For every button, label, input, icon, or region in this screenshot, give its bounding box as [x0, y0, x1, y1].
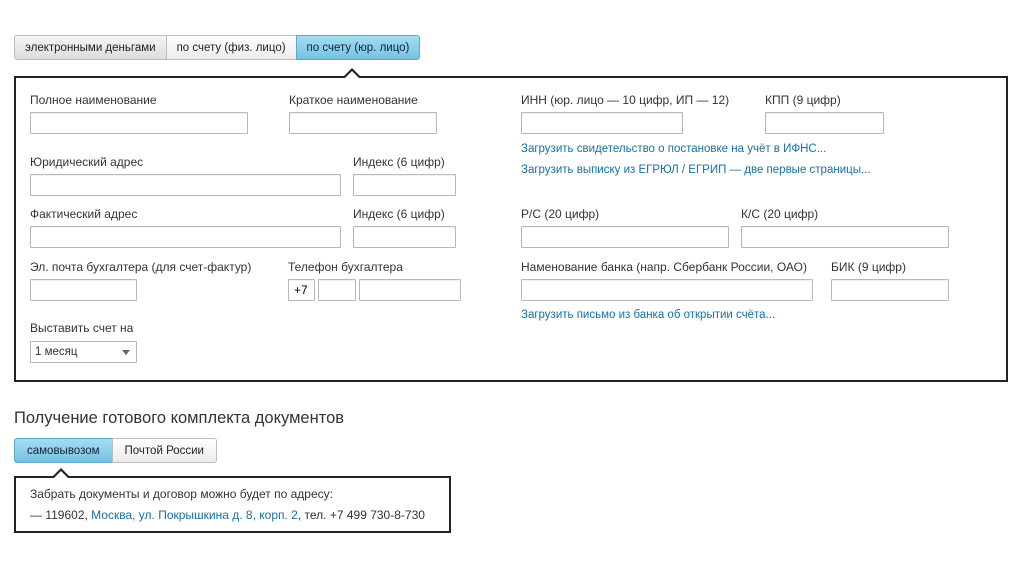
pickup-panel-pointer-inner — [54, 471, 68, 478]
tab-invoice-legal-entity[interactable]: по счету (юр. лицо) — [295, 35, 421, 60]
pickup-address: — 119602, Москва, ул. Покрышкина д. 8, к… — [30, 508, 425, 522]
actual-address-input[interactable] — [30, 226, 341, 248]
phone-country-code-input[interactable] — [288, 279, 315, 301]
phone-area-code-input[interactable] — [318, 279, 356, 301]
pickup-text: Забрать документы и договор можно будет … — [30, 487, 333, 501]
legal-index-label: Индекс (6 цифр) — [353, 155, 445, 169]
pickup-info-panel — [14, 476, 451, 533]
inn-label: ИНН (юр. лицо — 10 цифр, ИП — 12) — [521, 93, 730, 107]
upload-egrul-link[interactable]: Загрузить выписку из ЕГРЮЛ / ЕГРИП — две… — [521, 164, 871, 176]
ks-input[interactable] — [741, 226, 949, 248]
bank-name-input[interactable] — [521, 279, 813, 301]
tab-electronic-money[interactable]: электронными деньгами — [14, 35, 166, 60]
panel-pointer-inner — [345, 71, 359, 78]
actual-address-label: Фактический адрес — [30, 207, 138, 221]
legal-index-input[interactable] — [353, 174, 456, 196]
rs-input[interactable] — [521, 226, 729, 248]
invoice-period-label: Выставить счет на — [30, 321, 134, 335]
rs-label: Р/С (20 цифр) — [521, 207, 600, 221]
invoice-period-value: 1 месяц — [35, 346, 78, 358]
short-name-input[interactable] — [289, 112, 437, 134]
bik-label: БИК (9 цифр) — [831, 260, 906, 274]
address-map-link[interactable]: Москва, ул. Покрышкина д. 8, корп. 2 — [91, 508, 298, 522]
payment-method-tabs: электронными деньгами по счету (физ. лиц… — [14, 35, 421, 60]
tab-pickup[interactable]: самовывозом — [14, 438, 112, 463]
full-name-label: Полное наименование — [30, 93, 157, 107]
legal-address-input[interactable] — [30, 174, 341, 196]
address-suffix: , тел. +7 499 730-8-730 — [297, 508, 425, 522]
kpp-label: КПП (9 цифр) — [765, 93, 841, 107]
phone-number-input[interactable] — [359, 279, 461, 301]
ks-label: К/С (20 цифр) — [741, 207, 819, 221]
bank-name-label: Наменование банка (напр. Сбербанк России… — [521, 260, 807, 274]
phone-label: Телефон бухгалтера — [288, 260, 403, 274]
actual-index-label: Индекс (6 цифр) — [353, 207, 445, 221]
full-name-input[interactable] — [30, 112, 248, 134]
legal-address-label: Юридический адрес — [30, 155, 144, 169]
upload-bank-letter-link[interactable]: Загрузить письмо из банка об открытии сч… — [521, 309, 775, 321]
tab-russian-post[interactable]: Почтой России — [111, 438, 217, 463]
delivery-method-tabs: самовывозом Почтой России — [14, 438, 217, 463]
upload-ifns-link[interactable]: Загрузить свидетельство о постановке на … — [521, 143, 826, 155]
invoice-period-select[interactable]: 1 месяц — [30, 341, 137, 363]
email-label: Эл. почта бухгалтера (для счет-фактур) — [30, 260, 252, 274]
tab-invoice-individual[interactable]: по счету (физ. лицо) — [165, 35, 296, 60]
delivery-section-title: Получение готового комплекта документов — [14, 409, 345, 427]
bik-input[interactable] — [831, 279, 949, 301]
kpp-input[interactable] — [765, 112, 884, 134]
inn-input[interactable] — [521, 112, 683, 134]
actual-index-input[interactable] — [353, 226, 456, 248]
address-prefix: — 119602, — [30, 508, 92, 522]
chevron-down-icon — [122, 350, 130, 355]
short-name-label: Краткое наименование — [289, 93, 418, 107]
email-input[interactable] — [30, 279, 137, 301]
